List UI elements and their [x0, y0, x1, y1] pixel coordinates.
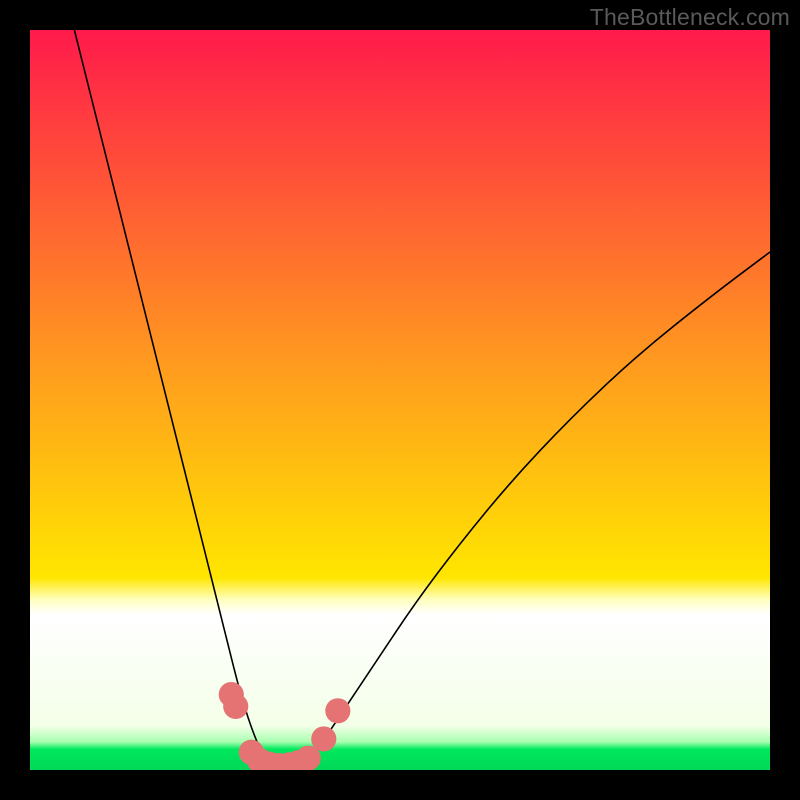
watermark-label: TheBottleneck.com [590, 4, 790, 31]
data-marker [223, 694, 248, 719]
chart-svg [30, 30, 770, 770]
gradient-background [30, 30, 770, 770]
data-marker [325, 698, 350, 723]
plot-area [30, 30, 770, 770]
data-marker [311, 726, 336, 751]
chart-container: TheBottleneck.com [0, 0, 800, 800]
